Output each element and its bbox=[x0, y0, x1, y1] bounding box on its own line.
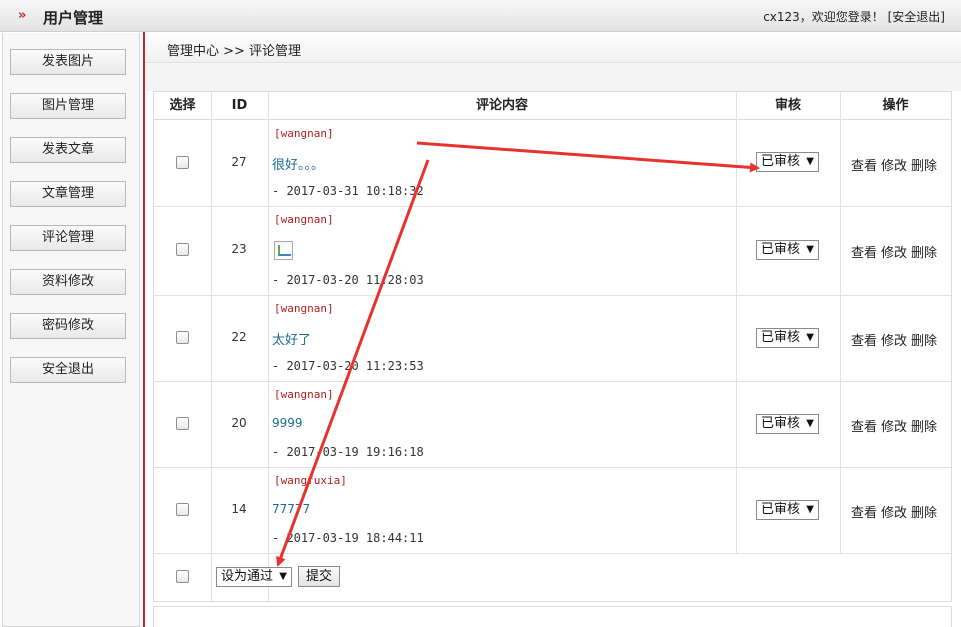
comment-time: - 2017-03-20 11:23:53 bbox=[272, 359, 424, 373]
header-actions: 操作 bbox=[840, 92, 951, 120]
comment-author: [wangnan] bbox=[274, 213, 334, 226]
row-id: 23 bbox=[231, 242, 247, 256]
view-link[interactable]: 查看 bbox=[851, 159, 877, 174]
review-status-select[interactable]: 已审核 ▼ bbox=[756, 328, 819, 348]
row-checkbox[interactable] bbox=[176, 331, 189, 344]
sidebar-item-password-edit[interactable]: 密码修改 bbox=[10, 313, 126, 339]
breadcrumb: 管理中心 >> 评论管理 bbox=[167, 44, 302, 59]
comment-author: [wangnan] bbox=[274, 127, 334, 140]
sidebar: 发表图片 图片管理 发表文章 文章管理 评论管理 资料修改 密码修改 安全退出 bbox=[2, 33, 140, 627]
comment-text: 77777 bbox=[272, 502, 311, 516]
header-id: ID bbox=[211, 92, 268, 120]
dropdown-arrow-icon: ▼ bbox=[806, 504, 814, 515]
edit-link[interactable]: 修改 bbox=[881, 246, 907, 261]
app-title: 用户管理 bbox=[43, 9, 104, 27]
comment-text: 9999 bbox=[272, 416, 303, 430]
review-status-value: 已审核 bbox=[761, 154, 801, 169]
sidebar-item-post-article[interactable]: 发表文章 bbox=[10, 137, 126, 163]
select-all-checkbox[interactable] bbox=[176, 570, 189, 583]
col-divider bbox=[268, 92, 269, 601]
double-chevron-icon: » bbox=[18, 8, 27, 23]
top-bar: » 用户管理 cx123，欢迎您登录！ [安全退出] bbox=[0, 0, 961, 32]
user-info: cx123，欢迎您登录！ [安全退出] bbox=[763, 8, 945, 25]
row-checkbox[interactable] bbox=[176, 503, 189, 516]
row-checkbox[interactable] bbox=[176, 243, 189, 256]
comment-table: 选择 ID 评论内容 审核 操作 27 [wangnan] 很好。。。 - 20… bbox=[153, 91, 952, 602]
review-status-select[interactable]: 已审核 ▼ bbox=[756, 414, 819, 434]
row-divider bbox=[154, 467, 951, 468]
dropdown-arrow-icon: ▼ bbox=[806, 418, 814, 429]
delete-link[interactable]: 删除 bbox=[911, 506, 937, 521]
comment-author: [wangfuxia] bbox=[274, 474, 347, 487]
row-actions: 查看 修改 删除 bbox=[851, 330, 941, 349]
row-id: 14 bbox=[231, 502, 247, 516]
row-id: 20 bbox=[231, 416, 247, 430]
review-status-value: 已审核 bbox=[761, 502, 801, 517]
view-link[interactable]: 查看 bbox=[851, 420, 877, 435]
dropdown-arrow-icon: ▼ bbox=[279, 571, 287, 582]
row-divider bbox=[154, 553, 951, 554]
delete-link[interactable]: 删除 bbox=[911, 420, 937, 435]
footer-box bbox=[153, 606, 952, 627]
row-divider bbox=[154, 206, 951, 207]
comment-text: 太好了 bbox=[272, 333, 312, 348]
row-actions: 查看 修改 删除 bbox=[851, 155, 941, 174]
row-actions: 查看 修改 删除 bbox=[851, 502, 941, 521]
review-status-select[interactable]: 已审核 ▼ bbox=[756, 240, 819, 260]
review-status-value: 已审核 bbox=[761, 330, 801, 345]
sidebar-item-logout[interactable]: 安全退出 bbox=[10, 357, 126, 383]
col-divider bbox=[840, 92, 841, 554]
view-link[interactable]: 查看 bbox=[851, 246, 877, 261]
breadcrumb-bar: 管理中心 >> 评论管理 bbox=[145, 33, 961, 63]
edit-link[interactable]: 修改 bbox=[881, 420, 907, 435]
edit-link[interactable]: 修改 bbox=[881, 334, 907, 349]
broken-image-icon bbox=[274, 241, 293, 260]
edit-link[interactable]: 修改 bbox=[881, 506, 907, 521]
sidebar-item-profile-edit[interactable]: 资料修改 bbox=[10, 269, 126, 295]
view-link[interactable]: 查看 bbox=[851, 334, 877, 349]
comment-text: 很好。。。 bbox=[272, 158, 325, 173]
delete-link[interactable]: 删除 bbox=[911, 334, 937, 349]
edit-link[interactable]: 修改 bbox=[881, 159, 907, 174]
row-divider bbox=[154, 381, 951, 382]
row-checkbox[interactable] bbox=[176, 417, 189, 430]
review-status-value: 已审核 bbox=[761, 416, 801, 431]
comment-time: - 2017-03-20 11:28:03 bbox=[272, 273, 424, 287]
row-actions: 查看 修改 删除 bbox=[851, 416, 941, 435]
view-link[interactable]: 查看 bbox=[851, 506, 877, 521]
row-actions: 查看 修改 删除 bbox=[851, 242, 941, 261]
header-select: 选择 bbox=[154, 92, 211, 120]
comment-time: - 2017-03-19 18:44:11 bbox=[272, 531, 424, 545]
delete-link[interactable]: 删除 bbox=[911, 246, 937, 261]
sidebar-item-image-manage[interactable]: 图片管理 bbox=[10, 93, 126, 119]
col-divider bbox=[736, 92, 737, 554]
review-status-select[interactable]: 已审核 ▼ bbox=[756, 152, 819, 172]
dropdown-arrow-icon: ▼ bbox=[806, 244, 814, 255]
review-status-select[interactable]: 已审核 ▼ bbox=[756, 500, 819, 520]
row-id: 22 bbox=[231, 330, 247, 344]
comment-time: - 2017-03-31 10:18:32 bbox=[272, 184, 424, 198]
batch-action-select[interactable]: 设为通过 ▼ bbox=[216, 567, 292, 587]
comment-author: [wangnan] bbox=[274, 388, 334, 401]
header-review: 审核 bbox=[736, 92, 840, 120]
header-content: 评论内容 bbox=[268, 92, 736, 120]
batch-action-value: 设为通过 bbox=[221, 569, 274, 584]
comment-time: - 2017-03-19 19:16:18 bbox=[272, 445, 424, 459]
dropdown-arrow-icon: ▼ bbox=[806, 156, 814, 167]
divider bbox=[143, 32, 145, 627]
sidebar-item-post-image[interactable]: 发表图片 bbox=[10, 49, 126, 75]
dropdown-arrow-icon: ▼ bbox=[806, 332, 814, 343]
sidebar-item-article-manage[interactable]: 文章管理 bbox=[10, 181, 126, 207]
logout-link[interactable]: [安全退出] bbox=[888, 10, 945, 24]
submit-button[interactable]: 提交 bbox=[298, 566, 340, 587]
row-checkbox[interactable] bbox=[176, 156, 189, 169]
delete-link[interactable]: 删除 bbox=[911, 159, 937, 174]
row-divider bbox=[154, 295, 951, 296]
welcome-text: cx123，欢迎您登录！ bbox=[763, 10, 884, 24]
spacer bbox=[145, 63, 961, 91]
review-status-value: 已审核 bbox=[761, 242, 801, 257]
comment-author: [wangnan] bbox=[274, 302, 334, 315]
sidebar-item-comment-manage[interactable]: 评论管理 bbox=[10, 225, 126, 251]
row-id: 27 bbox=[231, 155, 247, 169]
